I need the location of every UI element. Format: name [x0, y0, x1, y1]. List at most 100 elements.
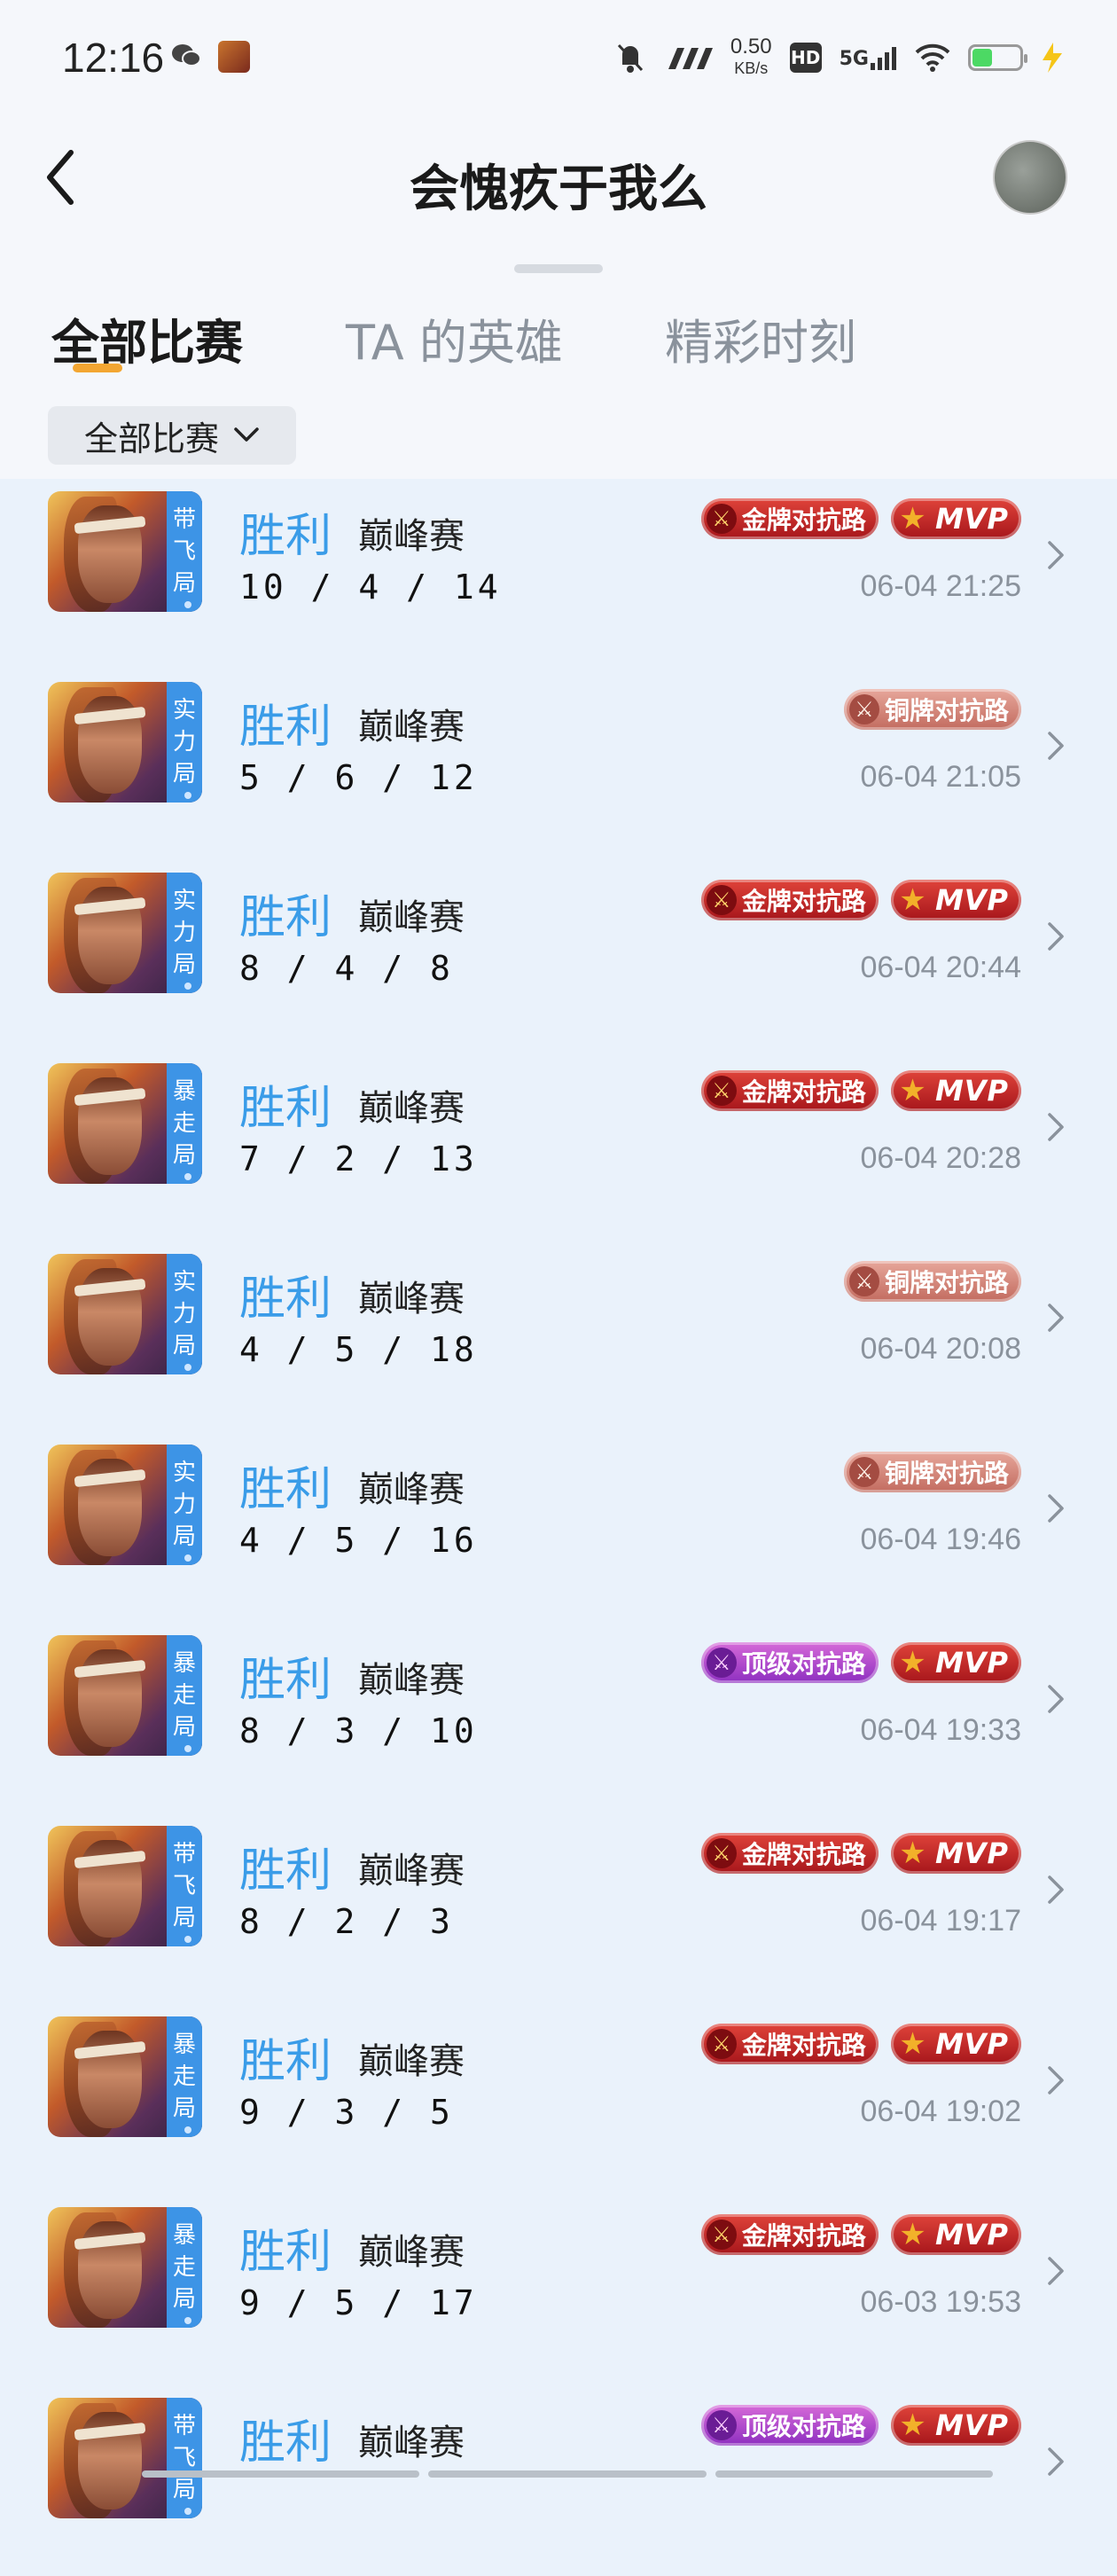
match-kda: 5 / 6 / 12: [239, 758, 478, 797]
match-badges: ⚔ 铜牌对抗路: [843, 1261, 1021, 1304]
chevron-right-icon[interactable]: [1043, 728, 1069, 763]
match-row[interactable]: 实力局 胜利 巅峰赛 5 / 6 / 12 ⚔ 铜牌对抗路 06-04 21:05: [0, 669, 1117, 860]
match-result: 胜利: [239, 701, 332, 754]
lane-rank-badge: ⚔ 金牌对抗路: [700, 2024, 879, 2064]
tab-heroes[interactable]: TA 的英雄: [346, 303, 563, 373]
lane-rank-badge: ⚔ 铜牌对抗路: [843, 689, 1021, 730]
mvp-badge: ★ MVP: [890, 1642, 1021, 1683]
match-row[interactable]: 暴走局 胜利 巅峰赛 9 / 3 / 5 ⚔ 金牌对抗路 ★ MVP 06-04 19:02: [0, 2004, 1117, 2195]
chevron-right-icon[interactable]: [1043, 1491, 1069, 1526]
match-time: 06-04 21:05: [860, 760, 1022, 794]
mode-tag-char: 力: [172, 1492, 196, 1518]
match-time: 06-03 19:53: [860, 2285, 1022, 2319]
tab-highlights[interactable]: 精彩时刻: [665, 303, 856, 373]
sword-icon: ⚔: [848, 694, 879, 724]
match-mode-tag: 实力局: [167, 1445, 202, 1565]
mode-tag-char: 暴: [172, 1078, 196, 1105]
match-time: 06-04 20:44: [860, 951, 1022, 984]
match-mode-tag: 带飞局: [167, 2398, 202, 2518]
match-type: 巅峰赛: [358, 516, 465, 557]
match-row[interactable]: 带飞局 胜利 巅峰赛 ⚔ 顶级对抗路 ★ MVP: [0, 2385, 1117, 2576]
match-row[interactable]: 实力局 胜利 巅峰赛 4 / 5 / 16 ⚔ 铜牌对抗路 06-04 19:46: [0, 1432, 1117, 1623]
badge-label: 金牌对抗路: [741, 505, 866, 535]
chevron-right-icon[interactable]: [1043, 2444, 1069, 2479]
trophy-icon: ★: [899, 882, 927, 918]
match-kda: 9 / 5 / 17: [239, 2283, 478, 2322]
chevron-down-icon: [234, 427, 259, 442]
mode-tag-char: 局: [172, 1142, 196, 1169]
lane-rank-badge: ⚔ 铜牌对抗路: [843, 1452, 1021, 1492]
lane-rank-badge: ⚔ 金牌对抗路: [700, 1833, 879, 1874]
trophy-icon: ★: [899, 2408, 927, 2443]
lane-rank-badge: ⚔ 金牌对抗路: [700, 1070, 879, 1111]
match-row[interactable]: 带飞局 胜利 巅峰赛 10 / 4 / 14 ⚔ 金牌对抗路 ★ MVP 06-04 21:25: [0, 479, 1117, 669]
match-badges: ⚔ 铜牌对抗路: [843, 689, 1021, 732]
mode-tag-char: 带: [172, 506, 196, 533]
match-mode-tag: 带飞局: [167, 1826, 202, 1946]
badge-label: MVP: [934, 2408, 1009, 2442]
match-kda: 4 / 5 / 16: [239, 1521, 478, 1560]
drag-handle[interactable]: [514, 264, 603, 273]
battery-level: [972, 49, 993, 67]
match-kda: 8 / 3 / 10: [239, 1711, 478, 1750]
mode-tag-char: 暴: [172, 1650, 196, 1677]
mode-tag-char: 局: [172, 2286, 196, 2313]
charging-icon: [1043, 43, 1062, 73]
badge-label: 金牌对抗路: [741, 1840, 866, 1869]
lane-rank-badge: ⚔ 金牌对抗路: [700, 498, 879, 539]
chevron-right-icon[interactable]: [1043, 919, 1069, 954]
mvp-badge: ★ MVP: [890, 498, 1021, 539]
badge-label: 铜牌对抗路: [884, 696, 1009, 725]
status-bar: 12:16 0.50 KB/s HD 5G: [0, 0, 1117, 115]
title-bar: 会愧疚于我么: [0, 115, 1117, 239]
match-result: 胜利: [239, 1463, 332, 1516]
match-row[interactable]: 暴走局 胜利 巅峰赛 9 / 5 / 17 ⚔ 金牌对抗路 ★ MVP 06-03 19:53: [0, 2195, 1117, 2385]
badge-label: 金牌对抗路: [741, 1077, 866, 1107]
match-mode-tag: 暴走局: [167, 2207, 202, 2328]
game-app-icon: [218, 41, 250, 73]
mode-tag-char: 飞: [172, 1873, 196, 1899]
match-row[interactable]: 实力局 胜利 巅峰赛 4 / 5 / 18 ⚔ 铜牌对抗路 06-04 20:08: [0, 1241, 1117, 1432]
sword-icon: ⚔: [706, 1076, 737, 1106]
status-time: 12:16: [62, 35, 165, 81]
user-avatar[interactable]: [993, 140, 1067, 215]
chevron-right-icon[interactable]: [1043, 1109, 1069, 1145]
chevron-right-icon[interactable]: [1043, 1300, 1069, 1335]
sword-icon: ⚔: [848, 1457, 879, 1487]
mode-tag-char: 实: [172, 697, 196, 724]
match-row[interactable]: 暴走局 胜利 巅峰赛 7 / 2 / 13 ⚔ 金牌对抗路 ★ MVP 06-04 20:28: [0, 1051, 1117, 1241]
match-kda: 7 / 2 / 13: [239, 1139, 478, 1178]
chevron-right-icon[interactable]: [1043, 2063, 1069, 2098]
match-badges: ⚔ 顶级对抗路 ★ MVP: [700, 2405, 1021, 2447]
chevron-right-icon[interactable]: [1043, 1872, 1069, 1907]
sword-icon: ⚔: [706, 885, 737, 915]
badge-label: MVP: [934, 502, 1009, 536]
network-type: 5G: [839, 48, 869, 70]
chevron-right-icon[interactable]: [1043, 537, 1069, 573]
sword-icon: ⚔: [706, 1838, 737, 1868]
match-type: 巅峰赛: [358, 2041, 465, 2082]
scroll-indicator: [142, 2470, 993, 2478]
match-kda: 4 / 5 / 18: [239, 1330, 478, 1369]
wifi-icon: [915, 43, 950, 72]
chevron-right-icon[interactable]: [1043, 1681, 1069, 1717]
match-badges: ⚔ 金牌对抗路 ★ MVP: [700, 1070, 1021, 1113]
hero-portrait: 暴走局: [48, 2016, 202, 2137]
badge-label: MVP: [934, 1646, 1009, 1679]
mode-tag-char: 力: [172, 729, 196, 756]
trophy-icon: ★: [899, 2026, 927, 2062]
match-mode-tag: 暴走局: [167, 1063, 202, 1184]
match-result: 胜利: [239, 2035, 332, 2088]
match-row[interactable]: 实力局 胜利 巅峰赛 8 / 4 / 8 ⚔ 金牌对抗路 ★ MVP 06-04 20:44: [0, 860, 1117, 1051]
hero-portrait: 实力局: [48, 873, 202, 993]
match-result: 胜利: [239, 1082, 332, 1135]
match-time: 06-04 19:17: [860, 1904, 1022, 1938]
lane-rank-badge: ⚔ 金牌对抗路: [700, 880, 879, 920]
match-filter-dropdown[interactable]: 全部比赛: [48, 406, 296, 465]
badge-label: MVP: [934, 883, 1009, 917]
match-row[interactable]: 暴走局 胜利 巅峰赛 8 / 3 / 10 ⚔ 顶级对抗路 ★ MVP 06-04 19:33: [0, 1623, 1117, 1813]
mode-tag-char: 走: [172, 1110, 196, 1137]
match-row[interactable]: 带飞局 胜利 巅峰赛 8 / 2 / 3 ⚔ 金牌对抗路 ★ MVP 06-04 19:17: [0, 1813, 1117, 2004]
chevron-right-icon[interactable]: [1043, 2253, 1069, 2289]
mvp-badge: ★ MVP: [890, 2214, 1021, 2255]
